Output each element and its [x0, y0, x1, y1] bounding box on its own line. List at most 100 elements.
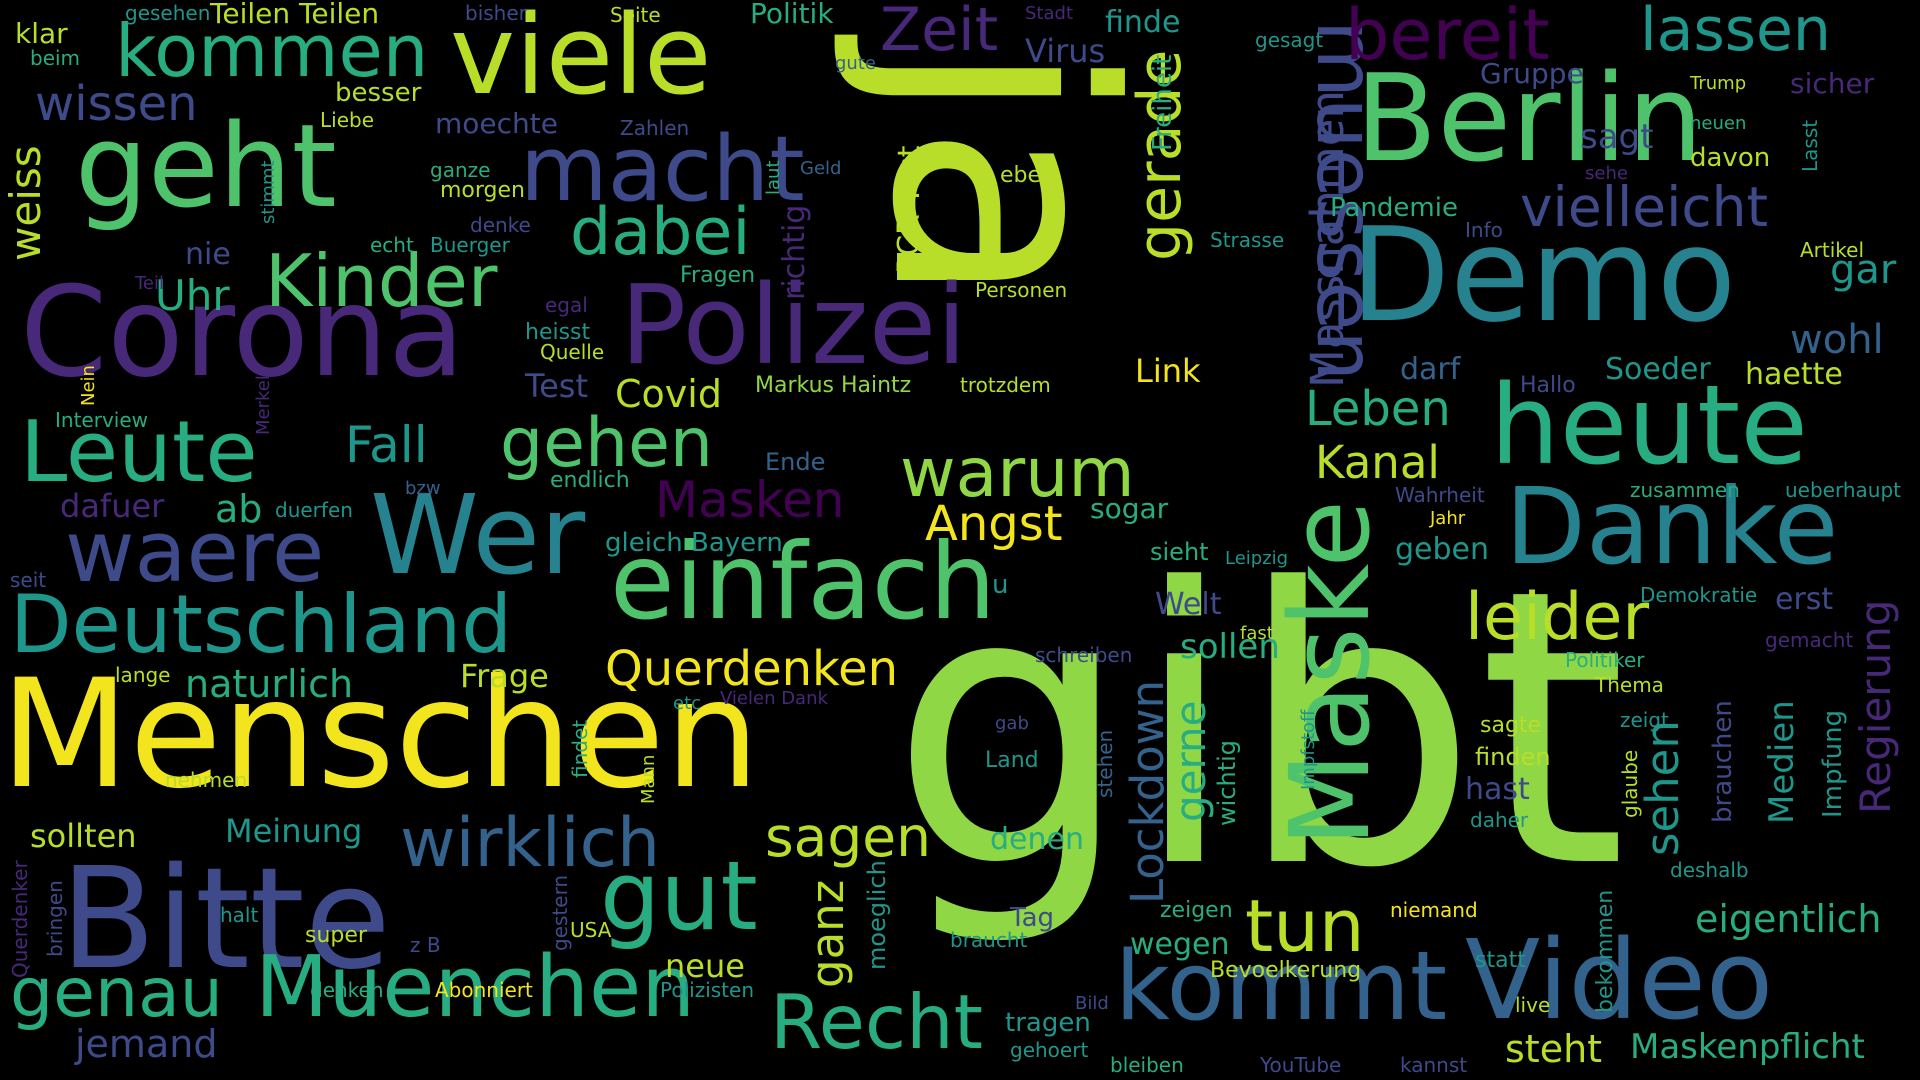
cloud-word: Geld — [800, 158, 842, 179]
cloud-word: sehe — [1585, 163, 1628, 184]
cloud-word: Artikel — [1800, 238, 1865, 262]
cloud-word: denke — [470, 213, 531, 237]
cloud-word: egal — [545, 293, 588, 317]
cloud-word: Covid — [615, 372, 722, 416]
cloud-word: Vielen Dank — [720, 688, 828, 709]
cloud-word: steht — [1505, 1027, 1603, 1071]
cloud-word: Lasst — [1798, 119, 1822, 172]
cloud-word: dafuer — [60, 487, 165, 525]
cloud-word: Merkel — [253, 375, 274, 435]
cloud-word: leider — [1465, 580, 1650, 655]
cloud-word: Markus Haintz — [755, 373, 912, 398]
cloud-word: statt — [1475, 948, 1526, 973]
cloud-word: nehmen — [165, 768, 248, 792]
cloud-word: sagen — [765, 805, 931, 869]
cloud-word: Querdenker — [8, 860, 32, 978]
cloud-word: lange — [115, 663, 171, 687]
cloud-word: laut — [763, 160, 784, 196]
cloud-word: Politiker — [1565, 648, 1645, 672]
cloud-word: YouTube — [1260, 1053, 1342, 1077]
cloud-word: genau — [10, 954, 223, 1033]
cloud-word: jemand — [75, 1022, 218, 1066]
cloud-word: Trump — [1690, 73, 1747, 94]
cloud-word: Zeit — [880, 0, 999, 65]
cloud-word: etc — [673, 693, 702, 714]
cloud-word: Test — [525, 367, 589, 405]
cloud-word: kannst — [1400, 1053, 1468, 1077]
cloud-word: fast — [1240, 623, 1274, 644]
cloud-word: gesagt — [1255, 28, 1324, 52]
cloud-word: Querdenken — [605, 641, 899, 697]
cloud-word: Politik — [750, 0, 834, 30]
cloud-word: hast — [1465, 772, 1530, 807]
cloud-word: wissen — [35, 76, 198, 132]
cloud-word: Bevoelkerung — [1210, 958, 1362, 983]
cloud-word: wichtig — [1213, 739, 1241, 826]
cloud-word: stimmt — [258, 160, 279, 224]
cloud-word: Seite — [610, 3, 661, 27]
cloud-word: seit — [10, 568, 47, 592]
cloud-word: wegen — [1130, 927, 1230, 962]
cloud-word: findet — [568, 719, 592, 778]
cloud-word: Maske — [1266, 499, 1394, 847]
cloud-word: finde — [1105, 5, 1181, 40]
cloud-word: Meinung — [225, 812, 363, 850]
cloud-word: Soeder — [1605, 352, 1711, 387]
cloud-word: Teil — [135, 273, 165, 294]
cloud-word: neuen — [1690, 113, 1747, 134]
cloud-word: Deutschland — [10, 578, 512, 671]
cloud-word: sehen — [1636, 720, 1689, 856]
cloud-word: glaube — [1618, 749, 1642, 818]
cloud-word: gute — [835, 53, 876, 74]
cloud-word: beim — [30, 46, 81, 70]
cloud-word: Maskenpflicht — [1630, 1027, 1865, 1067]
cloud-word: Impfstoff — [1298, 709, 1319, 790]
cloud-word: morgen — [440, 178, 525, 203]
word-cloud: gibt ja Menschen Bitte Corona geht Demo Berlin h… — [0, 0, 1920, 1080]
cloud-word: Virus — [1025, 32, 1106, 70]
cloud-word: finden — [1475, 743, 1551, 771]
cloud-word: zeigen — [1160, 898, 1233, 923]
cloud-word: Kanal — [1315, 436, 1440, 489]
cloud-word: sagt — [1580, 117, 1654, 157]
cloud-word: Stadt — [1025, 3, 1073, 24]
cloud-word: gerne — [1166, 700, 1215, 823]
cloud-word: Welt — [1155, 587, 1222, 622]
cloud-word: bekommen — [1593, 889, 1618, 1013]
cloud-word: brauchen — [1708, 700, 1738, 823]
cloud-word: Nein — [78, 365, 99, 406]
cloud-word: gehoert — [1010, 1038, 1089, 1062]
cloud-word: haette — [1745, 357, 1843, 392]
cloud-word: Link — [1135, 352, 1201, 390]
cloud-word: Gruppe — [1480, 57, 1584, 90]
cloud-word: endlich — [550, 468, 630, 493]
cloud-word: Thema — [1595, 673, 1664, 697]
cloud-word: live — [1515, 993, 1551, 1017]
cloud-word: PCR Test — [892, 145, 927, 275]
cloud-word: zeigt — [1620, 708, 1669, 732]
cloud-word: dabei — [570, 195, 751, 270]
cloud-word: Land — [985, 748, 1039, 773]
cloud-word: braucht — [950, 928, 1028, 952]
cloud-word: wirklich — [400, 804, 661, 883]
cloud-word: deshalb — [1670, 858, 1749, 882]
cloud-word: gemacht — [1765, 628, 1854, 652]
cloud-word: gesehen — [125, 1, 211, 25]
cloud-word: Bild — [1075, 993, 1109, 1014]
cloud-word: sicher — [1790, 67, 1875, 100]
cloud-word: sogar — [1090, 492, 1169, 525]
cloud-word: erst — [1775, 582, 1834, 617]
cloud-word: Uhr — [155, 271, 230, 320]
cloud-word: echt — [370, 233, 414, 257]
cloud-word: geben — [1395, 532, 1490, 567]
cloud-word: Personen — [975, 278, 1068, 302]
cloud-word: lassen — [1640, 0, 1831, 65]
cloud-word: Wahrheit — [1395, 483, 1485, 507]
cloud-word: eigentlich — [1695, 897, 1882, 941]
cloud-word: Jahr — [1430, 508, 1466, 529]
cloud-word: ganze — [430, 158, 491, 182]
cloud-word: Liebe — [320, 108, 375, 132]
cloud-word: ab — [215, 487, 263, 531]
cloud-word: gleich Bayern — [605, 528, 783, 558]
cloud-word: Massnahmen — [1301, 90, 1354, 388]
